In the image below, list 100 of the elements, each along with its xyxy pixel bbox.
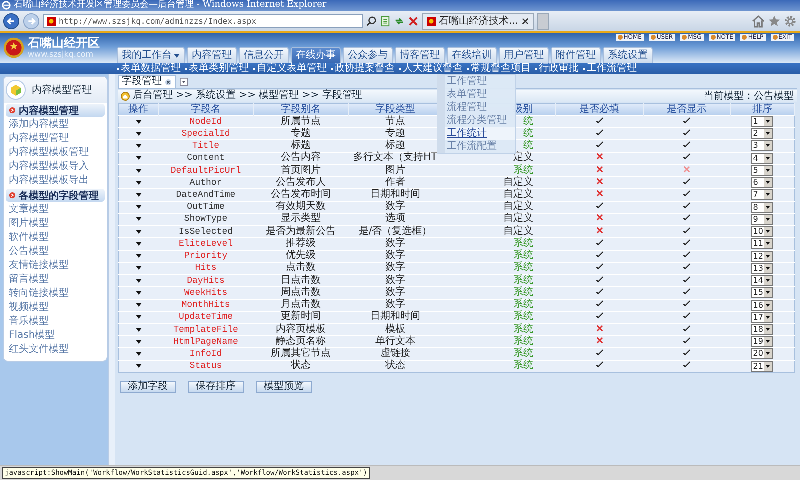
caret-icon[interactable] <box>136 180 142 185</box>
order-select[interactable]: 14 <box>751 275 774 286</box>
sidebar-item[interactable]: 留言模型 <box>4 273 107 287</box>
order-select[interactable]: 7 <box>751 189 774 200</box>
sidebar-item[interactable]: 公告模型 <box>4 245 107 259</box>
sidebar-section-header[interactable]: 各模型的字段管理 <box>6 189 105 202</box>
submenu-link[interactable]: 表单数据管理 <box>117 63 181 74</box>
nav-tab[interactable]: 博客管理 <box>395 47 445 63</box>
caret-icon[interactable] <box>136 315 142 320</box>
settings-icon[interactable] <box>784 14 797 28</box>
caret-icon[interactable] <box>136 303 142 308</box>
order-select[interactable]: 9 <box>751 214 774 225</box>
order-select[interactable]: 5 <box>751 164 774 176</box>
menu-item[interactable]: 工作统计 <box>445 127 515 140</box>
nav-tab[interactable]: 公众参与 <box>343 47 393 63</box>
caret-icon[interactable] <box>136 193 142 198</box>
order-select[interactable]: 18 <box>751 324 774 335</box>
caret-icon[interactable] <box>136 120 142 124</box>
order-select[interactable]: 6 <box>751 177 774 188</box>
order-select[interactable]: 20 <box>751 348 774 360</box>
order-select[interactable]: 17 <box>751 312 774 323</box>
caret-icon[interactable] <box>136 290 142 295</box>
caret-icon[interactable] <box>136 254 142 258</box>
order-select[interactable]: 1 <box>751 116 774 127</box>
order-select[interactable]: 11 <box>751 238 774 250</box>
table-cell: 公告发布人 <box>254 176 348 189</box>
nav-tab[interactable]: 附件管理 <box>551 47 601 63</box>
sidebar-item[interactable]: 内容模型模板导入 <box>4 160 107 174</box>
tab-list-icon[interactable] <box>180 78 188 86</box>
order-select[interactable]: 12 <box>751 250 774 262</box>
caret-icon[interactable] <box>136 230 142 234</box>
submenu-link[interactable]: 表单类别管理 <box>185 63 249 74</box>
back-button[interactable] <box>3 12 20 30</box>
sidebar-item[interactable]: 软件模型 <box>4 231 107 245</box>
nav-tab[interactable]: 系统设置 <box>603 47 653 63</box>
sidebar-item[interactable]: 内容模型管理 <box>4 132 107 146</box>
nav-tab[interactable]: 信息公开 <box>239 47 289 63</box>
order-select[interactable]: 8 <box>751 202 774 213</box>
submenu-link[interactable]: 自定义表单管理 <box>253 63 327 74</box>
order-select[interactable]: 21 <box>751 360 774 372</box>
table-cell: 数字 <box>348 274 442 287</box>
action-button[interactable]: 保存排序 <box>188 380 244 393</box>
sidebar-item[interactable]: 文章模型 <box>4 203 107 217</box>
nav-tab[interactable]: 内容管理 <box>187 47 237 63</box>
submenu-link[interactable]: 政协提案督查 <box>331 63 395 74</box>
caret-icon[interactable] <box>136 132 142 136</box>
order-select[interactable]: 15 <box>751 287 774 298</box>
table-cell: 数字 <box>348 286 442 300</box>
sidebar-item[interactable]: 图片模型 <box>4 217 107 231</box>
order-select[interactable]: 16 <box>751 300 774 311</box>
sidebar-item[interactable]: 内容模型模板管理 <box>4 146 107 160</box>
search-icon[interactable] <box>366 16 377 26</box>
nav-tab[interactable]: 我的工作台 <box>117 47 185 63</box>
order-select[interactable]: 4 <box>751 152 774 164</box>
caret-icon <box>764 276 772 286</box>
nav-tab[interactable]: 用户管理 <box>499 47 549 63</box>
caret-icon[interactable] <box>136 364 142 368</box>
submenu-link[interactable]: 人大建议督查 <box>399 63 463 74</box>
caret-icon[interactable] <box>136 266 142 270</box>
sidebar-item[interactable]: 转向链接模型 <box>4 287 107 301</box>
order-select[interactable]: 19 <box>751 336 774 348</box>
caret-icon[interactable] <box>136 217 142 222</box>
order-select[interactable]: 13 <box>751 262 774 274</box>
caret-icon[interactable] <box>136 168 142 173</box>
star-icon[interactable] <box>768 14 781 28</box>
submenu-link[interactable]: 工作流管理 <box>583 63 637 74</box>
action-button[interactable]: 添加字段 <box>120 380 176 393</box>
nav-tab[interactable]: 在线办事 <box>291 47 341 63</box>
nav-tab[interactable]: 在线培训 <box>447 47 497 63</box>
caret-icon[interactable] <box>136 328 142 332</box>
order-select[interactable]: 10 <box>751 226 774 238</box>
submenu-link[interactable]: 行政审批 <box>535 63 579 74</box>
stop-icon[interactable] <box>408 16 419 26</box>
sidebar-item[interactable]: 音乐模型 <box>4 315 107 329</box>
content-tab[interactable]: 字段管理 <box>118 75 176 88</box>
caret-icon[interactable] <box>136 205 142 210</box>
sidebar-item[interactable]: 内容模型模板导出 <box>4 174 107 188</box>
table-cell: 系统 <box>442 262 556 275</box>
caret-icon[interactable] <box>136 156 142 160</box>
address-field[interactable]: http://www.szsjkq.com/adminzzs/Index.aspx <box>43 14 363 28</box>
home-icon[interactable] <box>752 14 765 28</box>
order-select[interactable]: 3 <box>751 140 774 152</box>
order-select[interactable]: 2 <box>751 128 774 140</box>
caret-icon[interactable] <box>136 340 142 344</box>
close-icon[interactable] <box>522 18 529 24</box>
sidebar-item[interactable]: 友情链接模型 <box>4 259 107 273</box>
refresh-icon[interactable] <box>394 16 405 26</box>
caret-icon[interactable] <box>136 242 142 246</box>
sidebar-item[interactable]: 视频模型 <box>4 301 107 315</box>
close-icon[interactable] <box>165 78 172 86</box>
sidebar-item[interactable]: 红头文件模型 <box>4 343 107 357</box>
sidebar-item[interactable]: 添加内容模型 <box>4 118 107 132</box>
caret-icon[interactable] <box>136 144 142 148</box>
browser-tab[interactable]: 石嘴山经济技术... <box>422 12 534 30</box>
sidebar-section-header[interactable]: 内容模型管理 <box>6 104 105 117</box>
caret-icon[interactable] <box>136 278 142 283</box>
submenu-link[interactable]: 常规督查项目 <box>467 63 531 74</box>
caret-icon[interactable] <box>136 352 142 356</box>
sidebar-item[interactable]: Flash模型 <box>4 329 107 343</box>
action-button[interactable]: 模型预览 <box>256 380 312 393</box>
